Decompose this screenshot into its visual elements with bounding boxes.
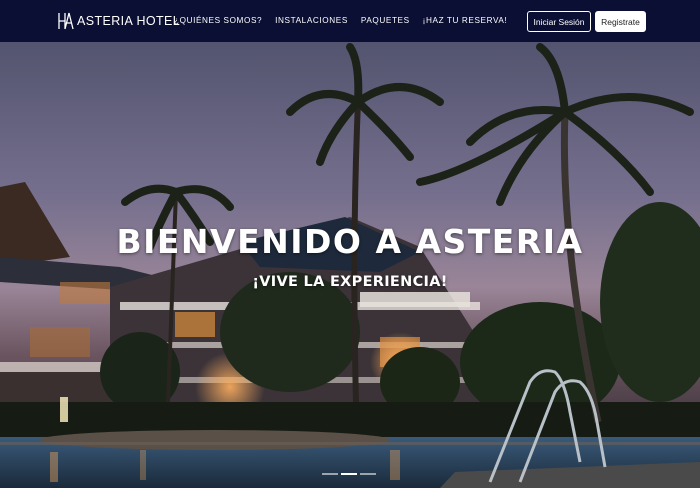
nav-links: ¿QUIÉNES SOMOS? INSTALACIONES PAQUETES ¡… xyxy=(174,16,520,25)
hero-carousel: BIENVENIDO A ASTERIA ¡VIVE LA EXPERIENCI… xyxy=(0,42,700,488)
navbar: ASTERIA HOTEL ¿QUIÉNES SOMOS? INSTALACIO… xyxy=(0,0,700,42)
login-button[interactable]: Iniciar Sesión xyxy=(527,11,591,32)
nav-link-packages[interactable]: PAQUETES xyxy=(361,16,410,25)
hero-background-image xyxy=(0,42,700,488)
carousel-indicator-2[interactable] xyxy=(341,473,357,475)
ha-monogram-icon xyxy=(58,12,74,30)
brand-name: ASTERIA HOTEL xyxy=(77,14,181,28)
hero-subtitle: ¡VIVE LA EXPERIENCIA! xyxy=(252,274,448,290)
brand-logo[interactable]: ASTERIA HOTEL xyxy=(57,12,180,30)
carousel-indicator-1[interactable] xyxy=(322,473,338,475)
nav-link-reservation[interactable]: ¡HAZ TU RESERVA! xyxy=(423,16,508,25)
carousel-indicator-3[interactable] xyxy=(360,473,376,475)
hero-title: BIENVENIDO A ASTERIA xyxy=(116,222,584,261)
nav-link-about[interactable]: ¿QUIÉNES SOMOS? xyxy=(174,16,262,25)
nav-link-facilities[interactable]: INSTALACIONES xyxy=(275,16,348,25)
register-button[interactable]: Registrate xyxy=(595,11,646,32)
carousel-indicators xyxy=(322,473,376,475)
